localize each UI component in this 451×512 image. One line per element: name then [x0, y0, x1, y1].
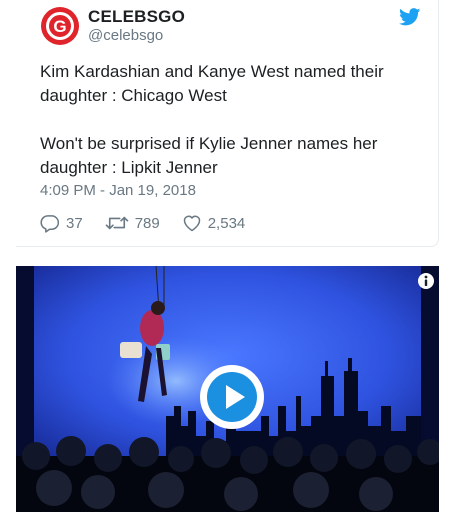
- tweet-actions: 37 789 2,534: [40, 212, 267, 234]
- tweet-text: Kim Kardashian and Kanye West named thei…: [40, 60, 430, 180]
- retweet-icon: [105, 216, 128, 230]
- retweet-count: 789: [134, 214, 160, 232]
- heart-icon: [183, 215, 200, 232]
- celebsgo-logo[interactable]: G: [40, 6, 80, 46]
- user-handle[interactable]: @celebsgo: [88, 27, 163, 44]
- display-name[interactable]: CELEBSGO: [88, 7, 185, 27]
- like-count: 2,534: [207, 214, 246, 232]
- tweet-timestamp[interactable]: 4:09 PM - Jan 19, 2018: [40, 182, 196, 199]
- retweet-button[interactable]: 789: [105, 213, 160, 233]
- reply-button[interactable]: 37: [40, 213, 83, 233]
- like-button[interactable]: 2,534: [182, 213, 246, 233]
- svg-text:G: G: [53, 17, 66, 36]
- twitter-bird-icon[interactable]: [399, 8, 421, 26]
- tweet-paragraph: Won't be surprised if Kylie Jenner names…: [40, 134, 378, 177]
- info-icon[interactable]: [417, 272, 435, 290]
- reply-icon: [40, 215, 60, 233]
- play-button[interactable]: [199, 364, 265, 430]
- tweet-paragraph: Kim Kardashian and Kanye West named thei…: [40, 62, 384, 105]
- tweet-card: G CELEBSGO @celebsgo Kim Kardashian and …: [16, 0, 439, 247]
- video-player[interactable]: [16, 266, 439, 512]
- reply-count: 37: [66, 214, 83, 232]
